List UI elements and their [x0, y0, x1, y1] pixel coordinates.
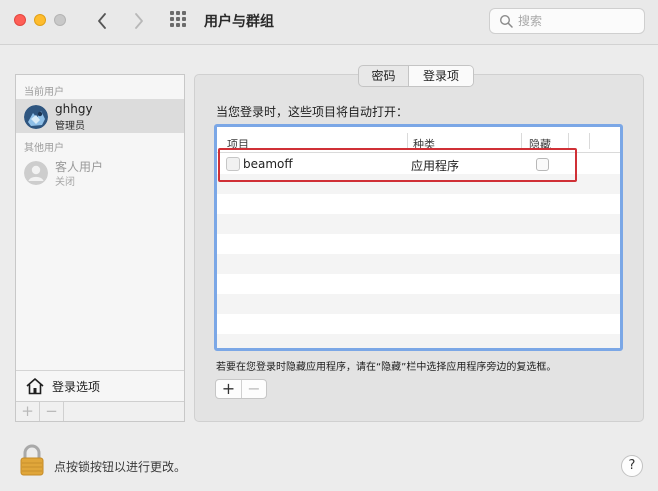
fullscreen-window-button[interactable] — [54, 14, 66, 26]
app-icon — [226, 157, 240, 171]
tab-bar: 密码 登录项 — [358, 65, 474, 87]
table-row — [217, 194, 620, 214]
lock-icon[interactable] — [19, 443, 45, 477]
table-row — [217, 294, 620, 314]
table-row — [217, 334, 620, 348]
column-divider — [568, 133, 569, 149]
add-user-button[interactable]: + — [16, 402, 40, 421]
forward-button[interactable] — [128, 10, 150, 32]
grid-icon — [170, 23, 174, 27]
column-header-item[interactable]: 项目 — [227, 136, 249, 152]
current-user-header: 当前用户 — [24, 87, 64, 98]
login-items-table[interactable]: 项目 种类 隐藏 beamoff 应用程序 — [214, 124, 623, 351]
guest-avatar — [24, 161, 48, 185]
guest-user-status: 关闭 — [55, 177, 75, 188]
chevron-right-icon — [135, 13, 143, 29]
login-items-intro: 当您登录时，这些项目将自动打开： — [216, 105, 409, 119]
chevron-left-icon — [98, 13, 106, 29]
minimize-window-button[interactable] — [34, 14, 46, 26]
users-sidebar: 当前用户 ghhgy 管理员 其他用户 客人用户 关闭 登录选项 + − — [15, 74, 185, 422]
home-icon — [26, 378, 44, 395]
hide-checkbox[interactable] — [536, 158, 549, 171]
search-icon — [499, 14, 513, 28]
table-row[interactable]: beamoff 应用程序 — [217, 154, 620, 174]
search-input[interactable] — [518, 12, 638, 30]
remove-login-item-button[interactable]: − — [242, 380, 266, 398]
sidebar-item-current-user[interactable]: ghhgy 管理员 — [16, 99, 184, 133]
grid-icon — [176, 11, 180, 15]
avatar — [24, 105, 48, 129]
grid-icon — [170, 17, 174, 21]
login-options-item[interactable]: 登录选项 — [16, 370, 184, 400]
table-header: 项目 种类 隐藏 — [217, 127, 620, 153]
table-row — [217, 314, 620, 334]
close-window-button[interactable] — [14, 14, 26, 26]
lock-hint-text: 点按锁按钮以进行更改。 — [54, 460, 187, 474]
remove-user-button[interactable]: − — [40, 402, 64, 421]
grid-icon — [176, 17, 180, 21]
table-row — [217, 214, 620, 234]
sidebar-item-guest-user[interactable]: 客人用户 关闭 — [16, 155, 184, 189]
grid-icon — [176, 23, 180, 27]
search-field[interactable] — [489, 8, 645, 34]
column-divider — [589, 133, 590, 149]
sidebar-toolbar: + − — [16, 401, 184, 421]
title-bar: 用户与群组 — [0, 0, 658, 45]
grid-icon — [182, 17, 186, 21]
column-header-hide[interactable]: 隐藏 — [529, 136, 551, 152]
help-button[interactable]: ? — [621, 455, 643, 477]
window-title: 用户与群组 — [204, 14, 274, 30]
tab-password[interactable]: 密码 — [359, 66, 409, 86]
table-row — [217, 174, 620, 194]
login-options-label: 登录选项 — [52, 380, 101, 394]
add-login-item-button[interactable]: + — [216, 380, 242, 398]
current-user-role: 管理员 — [55, 121, 85, 132]
grid-icon — [170, 11, 174, 15]
show-all-grid-button[interactable] — [170, 11, 190, 31]
login-item-name: beamoff — [243, 157, 293, 171]
grid-icon — [182, 23, 186, 27]
tab-login-items[interactable]: 登录项 — [409, 66, 473, 86]
other-users-header: 其他用户 — [24, 143, 64, 154]
column-divider — [521, 133, 522, 149]
login-item-kind: 应用程序 — [411, 159, 460, 173]
table-row — [217, 234, 620, 254]
hide-hint-text: 若要在您登录时隐藏应用程序，请在“隐藏”栏中选择应用程序旁边的复选框。 — [216, 362, 557, 373]
table-row — [217, 254, 620, 274]
column-header-kind[interactable]: 种类 — [413, 136, 435, 152]
login-items-add-remove: + − — [215, 379, 267, 399]
column-divider — [407, 133, 408, 149]
table-row — [217, 274, 620, 294]
back-button[interactable] — [91, 10, 113, 32]
grid-icon — [182, 11, 186, 15]
current-user-name: ghhgy — [55, 102, 93, 116]
